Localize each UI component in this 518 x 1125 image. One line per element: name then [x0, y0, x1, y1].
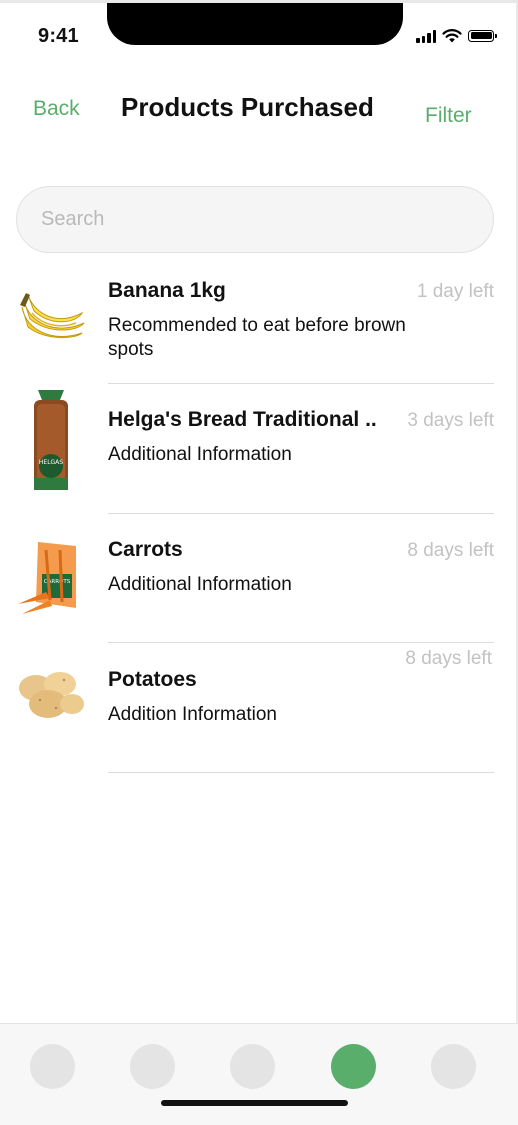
device-notch — [107, 3, 403, 45]
product-name: Banana 1kg — [108, 279, 226, 302]
days-left-label: 8 days left — [407, 540, 494, 561]
list-divider — [108, 642, 494, 643]
product-info: Additional Information — [108, 574, 292, 595]
nav-tab-1[interactable] — [30, 1044, 75, 1089]
product-info: Recommended to eat before brown spots — [108, 315, 406, 360]
list-divider — [108, 513, 494, 514]
product-name: Helga's Bread Traditional .. — [108, 408, 377, 431]
home-indicator[interactable] — [161, 1100, 348, 1106]
carrots-image: CARROTS — [16, 538, 86, 622]
app-screen: 9:41 Back Products Purchased Filter Bana… — [0, 0, 518, 1125]
product-info: Addition Information — [108, 704, 277, 725]
cellular-signal-icon — [416, 29, 436, 43]
days-left-label: 8 days left — [405, 648, 492, 669]
wifi-icon — [442, 29, 462, 43]
list-item[interactable]: Potatoes Addition Information 8 days lef… — [0, 648, 518, 798]
days-left-label: 3 days left — [407, 410, 494, 431]
nav-tab-4-active[interactable] — [331, 1044, 376, 1089]
search-input[interactable] — [39, 207, 463, 232]
nav-tab-2[interactable] — [130, 1044, 175, 1089]
product-name: Potatoes — [108, 668, 197, 691]
battery-icon — [468, 29, 497, 42]
product-name: Carrots — [108, 538, 183, 561]
page-title: Products Purchased — [121, 92, 374, 122]
list-divider — [108, 772, 494, 773]
nav-tab-5[interactable] — [431, 1044, 476, 1089]
status-icons — [416, 28, 497, 43]
search-bar[interactable] — [16, 186, 494, 253]
bread-image: HELGAS — [16, 386, 86, 494]
banana-image — [16, 283, 86, 353]
list-item[interactable]: HELGAS Helga's Bread Traditional .. Addi… — [0, 386, 518, 538]
product-info: Additional Information — [108, 444, 292, 465]
potatoes-image — [16, 656, 86, 726]
svg-text:HELGAS: HELGAS — [39, 459, 63, 466]
list-divider — [108, 383, 494, 384]
bottom-nav — [0, 1023, 518, 1125]
back-button[interactable]: Back — [33, 97, 80, 121]
days-left-label: 1 day left — [416, 281, 494, 302]
nav-tab-3[interactable] — [230, 1044, 275, 1089]
status-time: 9:41 — [38, 25, 79, 47]
filter-button[interactable]: Filter — [425, 104, 472, 128]
